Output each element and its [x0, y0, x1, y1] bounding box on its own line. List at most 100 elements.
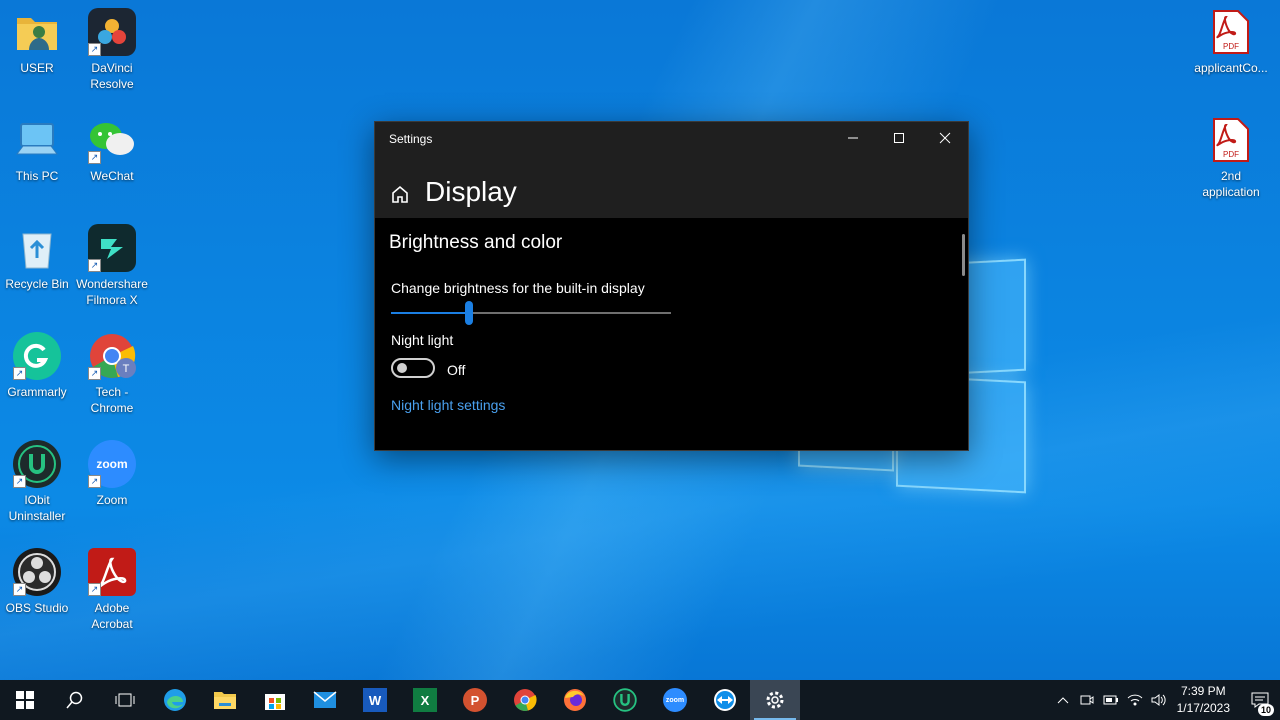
taskbar-word[interactable]: W	[350, 680, 400, 720]
desktop-icon-davinci[interactable]: ↗ DaVinci Resolve	[73, 8, 151, 92]
notification-center-button[interactable]: 10	[1240, 680, 1280, 720]
shortcut-arrow-icon: ↗	[13, 367, 26, 380]
meet-now-button[interactable]	[1075, 694, 1099, 706]
settings-content: Brightness and color Change brightness f…	[375, 218, 968, 450]
recycle-bin-icon	[13, 224, 61, 272]
battery-icon	[1103, 695, 1118, 705]
desktop-icon-label: USER	[20, 61, 54, 75]
taskbar: W X P zoom 7:39 PM 1/17/2023 10	[0, 680, 1280, 720]
acrobat-icon: ↗	[88, 548, 136, 596]
desktop-icon-label: WeChat	[90, 169, 134, 183]
search-button[interactable]	[50, 680, 100, 720]
settings-titlebar: Settings Display	[375, 122, 968, 218]
brightness-label: Change brightness for the built-in displ…	[391, 280, 645, 296]
desktop-icon-obs[interactable]: ↗ OBS Studio	[0, 548, 76, 616]
desktop-icon-label: Adobe Acrobat	[91, 601, 133, 631]
svg-text:PDF: PDF	[1223, 150, 1239, 159]
battery-button[interactable]	[1099, 695, 1123, 705]
clock[interactable]: 7:39 PM 1/17/2023	[1177, 683, 1230, 717]
search-icon	[66, 691, 83, 709]
zoom-icon: zoom ↗	[88, 440, 136, 488]
davinci-resolve-icon: ↗	[88, 8, 136, 56]
word-icon: W	[363, 688, 387, 712]
taskbar-firefox[interactable]	[550, 680, 600, 720]
desktop-icon-tech-chrome[interactable]: T ↗ Tech - Chrome	[73, 332, 151, 416]
wechat-icon: ↗	[88, 116, 136, 164]
this-pc-icon	[13, 116, 61, 164]
shortcut-arrow-icon: ↗	[88, 367, 101, 380]
taskbar-chrome[interactable]	[500, 680, 550, 720]
iobit-icon: ↗	[13, 440, 61, 488]
desktop-icon-filmora[interactable]: ↗ Wondershare Filmora X	[73, 224, 151, 308]
window-title: Settings	[389, 132, 433, 146]
taskbar-settings[interactable]	[750, 680, 800, 720]
desktop-icon-iobit[interactable]: ↗ IObit Uninstaller	[0, 440, 76, 524]
desktop-icon-recycle-bin[interactable]: Recycle Bin	[0, 224, 76, 292]
taskbar-zoom[interactable]: zoom	[650, 680, 700, 720]
user-folder-icon	[13, 8, 61, 56]
desktop-icon-label: DaVinci Resolve	[90, 61, 134, 91]
desktop-icon-applicant-pdf[interactable]: PDF applicantCo...	[1192, 8, 1270, 76]
maximize-button[interactable]	[876, 122, 922, 154]
svg-text:T: T	[123, 363, 130, 375]
desktop-icon-acrobat[interactable]: ↗ Adobe Acrobat	[73, 548, 151, 632]
home-button[interactable]	[390, 184, 410, 209]
show-hidden-icons-button[interactable]	[1051, 696, 1075, 704]
desktop-icon-grammarly[interactable]: ↗ Grammarly	[0, 332, 76, 400]
minimize-button[interactable]	[830, 122, 876, 154]
minimize-icon	[848, 137, 858, 139]
brightness-slider[interactable]	[391, 301, 671, 325]
firefox-icon	[564, 689, 586, 711]
taskbar-powerpoint[interactable]: P	[450, 680, 500, 720]
desktop-icon-label: OBS Studio	[5, 601, 69, 615]
store-icon	[265, 694, 285, 710]
night-light-settings-link[interactable]: Night light settings	[391, 397, 505, 413]
close-button[interactable]	[922, 122, 968, 154]
shortcut-arrow-icon: ↗	[88, 43, 101, 56]
obs-icon: ↗	[13, 548, 61, 596]
settings-icon	[766, 691, 784, 709]
desktop-icon-this-pc[interactable]: This PC	[0, 116, 76, 184]
task-view-button[interactable]	[100, 680, 150, 720]
notification-count-badge: 10	[1257, 704, 1274, 716]
close-icon	[939, 132, 951, 144]
powerpoint-icon: P	[463, 688, 487, 712]
network-button[interactable]	[1123, 694, 1147, 706]
section-title: Brightness and color	[389, 232, 563, 253]
desktop-icon-label: This PC	[15, 169, 59, 183]
speaker-icon	[1151, 694, 1166, 706]
brightness-slider-thumb[interactable]	[465, 301, 473, 325]
taskbar-mail[interactable]	[300, 680, 350, 720]
iobit-icon	[613, 688, 637, 712]
start-button[interactable]	[0, 680, 50, 720]
taskbar-excel[interactable]: X	[400, 680, 450, 720]
desktop-icon-2nd-application-pdf[interactable]: PDF 2nd application	[1192, 116, 1270, 200]
maximize-icon	[894, 133, 904, 143]
chrome-icon	[514, 689, 537, 711]
zoom-icon: zoom	[663, 688, 687, 712]
taskbar-file-explorer[interactable]	[200, 680, 250, 720]
taskbar-teamviewer[interactable]	[700, 680, 750, 720]
chrome-profile-icon: T ↗	[88, 332, 136, 380]
toggle-knob	[397, 363, 407, 373]
wifi-icon	[1127, 694, 1142, 706]
home-icon	[392, 185, 408, 203]
pdf-file-icon: PDF	[1207, 8, 1255, 56]
clock-time: 7:39 PM	[1180, 684, 1226, 698]
shortcut-arrow-icon: ↗	[88, 259, 101, 272]
taskbar-edge[interactable]	[150, 680, 200, 720]
mail-icon	[313, 691, 337, 708]
taskbar-iobit[interactable]	[600, 680, 650, 720]
night-light-toggle[interactable]	[391, 358, 435, 378]
taskbar-store[interactable]	[250, 680, 300, 720]
desktop-icon-label: 2nd application	[1202, 169, 1260, 199]
scrollbar[interactable]	[962, 234, 965, 276]
desktop-icon-zoom[interactable]: zoom ↗ Zoom	[73, 440, 151, 508]
volume-button[interactable]	[1147, 694, 1171, 706]
camera-icon	[1080, 695, 1094, 705]
desktop-icon-wechat[interactable]: ↗ WeChat	[73, 116, 151, 184]
clock-date: 1/17/2023	[1176, 701, 1230, 715]
excel-icon: X	[413, 688, 437, 712]
desktop-icon-label: IObit Uninstaller	[8, 493, 66, 523]
desktop-icon-user[interactable]: USER	[0, 8, 76, 76]
